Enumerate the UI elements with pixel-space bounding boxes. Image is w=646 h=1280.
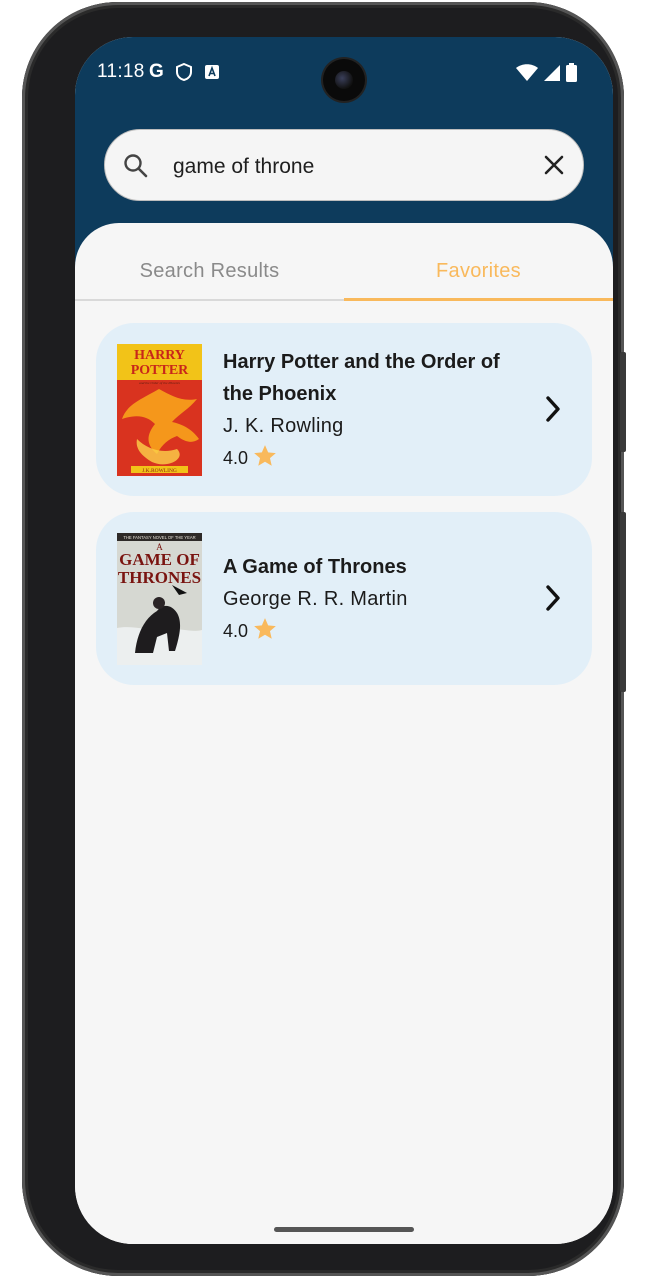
star-icon <box>252 616 278 647</box>
book-title: A Game of Thrones <box>223 556 407 578</box>
status-icons-left: G <box>149 61 220 83</box>
status-icons-right <box>516 63 577 82</box>
cover-author: J.K.ROWLING <box>142 468 177 474</box>
cover-subtitle: and the Order of the Phoenix <box>139 381 180 385</box>
shield-icon <box>175 63 192 81</box>
power-button <box>620 512 626 692</box>
rating-row: 4.0 <box>223 615 523 647</box>
cover-title-line1: HARRY <box>134 348 185 363</box>
cover-title-line2: POTTER <box>131 363 189 378</box>
book-title: Harry Potter and the Order of the Phoeni… <box>223 351 500 405</box>
search-input[interactable] <box>171 148 515 186</box>
front-camera <box>323 59 365 101</box>
search-bar[interactable] <box>104 129 584 201</box>
rating-value: 4.0 <box>223 620 249 641</box>
cover-title-line1: GAME OF <box>119 550 200 569</box>
chevron-right-icon[interactable] <box>544 395 562 428</box>
tab-search-results[interactable]: Search Results <box>75 223 344 299</box>
g-icon: G <box>149 61 164 82</box>
tab-bar: Search Results Favorites <box>75 223 613 301</box>
book-info: Harry Potter and the Order of the Phoeni… <box>223 346 523 474</box>
tab-favorites[interactable]: Favorites <box>344 223 613 301</box>
book-cover-image: HARRY POTTER and the Order of the Phoeni… <box>117 344 202 476</box>
status-time: 11:18 <box>97 61 145 82</box>
chevron-right-icon[interactable] <box>544 584 562 617</box>
book-info: A Game of Thrones George R. R. Martin 4.… <box>223 551 523 647</box>
status-bar: 11:18 G <box>75 37 613 107</box>
content-panel: Search Results Favorites HARRY POTTER an… <box>75 223 613 1244</box>
wifi-icon <box>516 63 538 81</box>
book-card[interactable]: HARRY POTTER and the Order of the Phoeni… <box>96 323 592 496</box>
app-screen: 11:18 G game of throne Search Results Fa… <box>75 37 613 1244</box>
battery-icon <box>566 63 577 82</box>
rating-value: 4.0 <box>223 447 249 468</box>
volume-button <box>620 352 626 452</box>
star-icon <box>252 443 278 474</box>
home-indicator[interactable] <box>274 1227 414 1232</box>
signal-icon <box>544 64 560 81</box>
search-icon[interactable] <box>123 153 149 184</box>
close-icon[interactable] <box>543 154 565 181</box>
book-author: George R. R. Martin <box>223 588 408 610</box>
book-author: J. K. Rowling <box>223 415 344 437</box>
book-cover-image: THE FANTASY NOVEL OF THE YEAR A GAME OF … <box>117 533 202 665</box>
phone-frame: 11:18 G game of throne Search Results Fa… <box>22 2 626 1276</box>
font-icon <box>204 65 219 79</box>
rating-row: 4.0 <box>223 442 523 474</box>
cover-tagline: THE FANTASY NOVEL OF THE YEAR <box>123 535 195 540</box>
book-card[interactable]: THE FANTASY NOVEL OF THE YEAR A GAME OF … <box>96 512 592 685</box>
cover-title-line2: THRONES <box>118 568 201 587</box>
